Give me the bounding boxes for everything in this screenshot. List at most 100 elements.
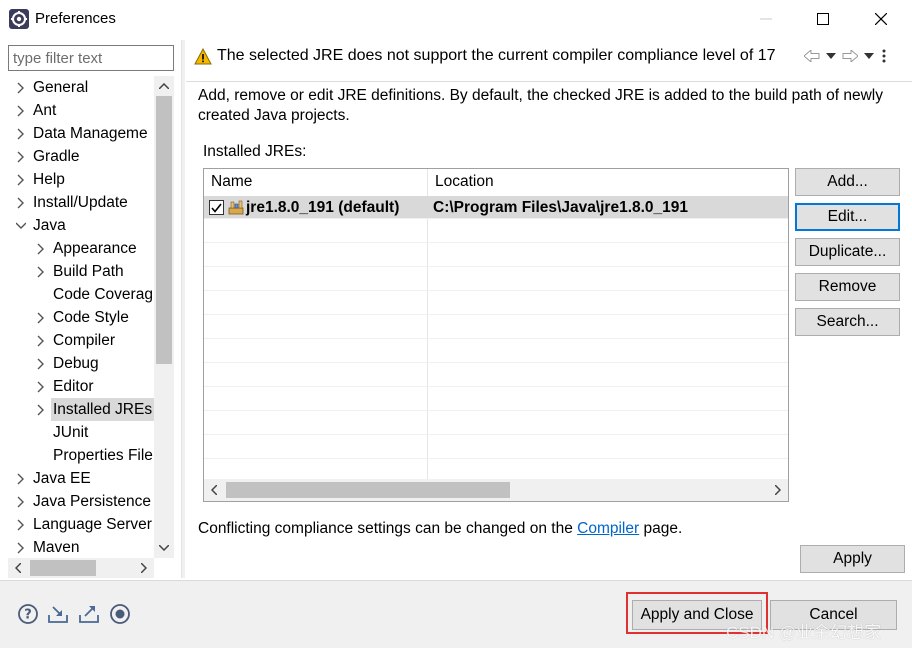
- tree-item-gradle[interactable]: Gradle: [8, 145, 154, 168]
- empty-table-row: [204, 364, 788, 387]
- chevron-right-icon[interactable]: [36, 243, 46, 255]
- empty-table-row: [204, 268, 788, 291]
- import-icon[interactable]: [47, 603, 69, 625]
- jre-library-icon: [228, 200, 244, 215]
- chevron-down-icon[interactable]: [16, 220, 26, 232]
- close-button[interactable]: [852, 0, 910, 38]
- tree-item-java-ee[interactable]: Java EE: [8, 467, 154, 490]
- scroll-left-icon[interactable]: [8, 558, 28, 578]
- tree-item-label: Compiler: [53, 332, 116, 349]
- tree-item-appearance[interactable]: Appearance: [8, 237, 154, 260]
- tree-item-properties-file[interactable]: Properties File: [8, 444, 154, 467]
- tree-item-label: Maven: [33, 539, 80, 556]
- forward-icon[interactable]: [841, 48, 859, 64]
- filter-input[interactable]: [8, 45, 174, 71]
- chevron-right-icon[interactable]: [36, 266, 46, 278]
- history-nav: [803, 48, 889, 64]
- back-dropdown-icon[interactable]: [825, 48, 837, 64]
- apply-button[interactable]: Apply: [800, 545, 905, 573]
- tree-item-label: Install/Update: [33, 194, 128, 211]
- chevron-right-icon[interactable]: [16, 128, 26, 140]
- remove-button[interactable]: Remove: [795, 273, 900, 301]
- compiler-link[interactable]: Compiler: [577, 520, 639, 537]
- maximize-button[interactable]: [794, 0, 852, 38]
- add-button[interactable]: Add...: [795, 168, 900, 196]
- tree-item-java-persistence[interactable]: Java Persistence: [8, 490, 154, 513]
- chevron-right-icon[interactable]: [36, 404, 46, 416]
- jre-checkbox[interactable]: [209, 200, 224, 215]
- conflict-text: Conflicting compliance settings can be c…: [198, 520, 682, 538]
- chevron-right-icon[interactable]: [16, 174, 26, 186]
- chevron-right-icon[interactable]: [36, 358, 46, 370]
- chevron-right-icon[interactable]: [16, 197, 26, 209]
- tree-horizontal-scrollbar[interactable]: [8, 558, 154, 578]
- help-icon[interactable]: ?: [17, 603, 39, 625]
- tree-item-label: Appearance: [53, 240, 137, 257]
- chevron-right-icon[interactable]: [36, 312, 46, 324]
- tree-item-editor[interactable]: Editor: [8, 375, 154, 398]
- tree-item-label: Debug: [53, 355, 99, 372]
- record-icon[interactable]: [109, 603, 131, 625]
- page-description: Add, remove or edit JRE definitions. By …: [198, 87, 883, 124]
- column-header-location[interactable]: Location: [428, 169, 788, 195]
- table-row[interactable]: jre1.8.0_191 (default) C:\Program Files\…: [204, 196, 788, 219]
- tree-item-label: Help: [33, 171, 65, 188]
- empty-table-row: [204, 388, 788, 411]
- edit-button[interactable]: Edit...: [795, 203, 900, 231]
- tree-item-code-coverag[interactable]: Code Coverag: [8, 283, 154, 306]
- svg-text:?: ?: [24, 608, 32, 623]
- tree-item-install-update[interactable]: Install/Update: [8, 191, 154, 214]
- scroll-up-icon[interactable]: [154, 76, 174, 96]
- chevron-right-icon[interactable]: [16, 105, 26, 117]
- chevron-right-icon[interactable]: [36, 335, 46, 347]
- chevron-right-icon[interactable]: [16, 519, 26, 531]
- tree-item-label: General: [33, 79, 89, 96]
- tree-item-compiler[interactable]: Compiler: [8, 329, 154, 352]
- empty-table-row: [204, 292, 788, 315]
- message-bar: The selected JRE does not support the cu…: [186, 40, 912, 82]
- scroll-down-icon[interactable]: [154, 538, 174, 558]
- tree-item-language-server[interactable]: Language Server: [8, 513, 154, 536]
- tree-item-installed-jres[interactable]: Installed JREs: [8, 398, 154, 421]
- chevron-right-icon[interactable]: [16, 473, 26, 485]
- column-header-name[interactable]: Name: [204, 169, 427, 195]
- jre-table[interactable]: Name Location jre1.8.0_191 (default) C:\…: [203, 168, 789, 502]
- tree-item-java[interactable]: Java: [8, 214, 154, 237]
- tree-hscroll-thumb[interactable]: [30, 560, 96, 576]
- title-bar: Preferences: [0, 0, 912, 38]
- empty-table-row: [204, 316, 788, 339]
- tree-vertical-scrollbar[interactable]: [154, 76, 174, 558]
- tree-item-label: Java: [33, 217, 66, 234]
- tree-item-help[interactable]: Help: [8, 168, 154, 191]
- menu-icon[interactable]: [879, 48, 889, 64]
- chevron-right-icon[interactable]: [16, 542, 26, 554]
- chevron-right-icon[interactable]: [16, 82, 26, 94]
- tree-item-build-path[interactable]: Build Path: [8, 260, 154, 283]
- tree-item-label: Gradle: [33, 148, 80, 165]
- tree-item-maven[interactable]: Maven: [8, 536, 154, 558]
- search-button[interactable]: Search...: [795, 308, 900, 336]
- table-scroll-left-icon[interactable]: [204, 479, 224, 501]
- chevron-right-icon[interactable]: [16, 151, 26, 163]
- tree-item-general[interactable]: General: [8, 76, 154, 99]
- table-scroll-right-icon[interactable]: [768, 479, 788, 501]
- preference-tree[interactable]: General Ant Data Manageme Gradle Help Install…: [8, 76, 154, 558]
- forward-dropdown-icon[interactable]: [863, 48, 875, 64]
- minimize-button[interactable]: [737, 0, 795, 38]
- tree-item-label: Build Path: [53, 263, 124, 280]
- export-icon[interactable]: [78, 603, 100, 625]
- duplicate-button[interactable]: Duplicate...: [795, 238, 900, 266]
- table-hscroll-thumb[interactable]: [226, 482, 510, 498]
- scroll-right-icon[interactable]: [134, 558, 154, 578]
- tree-item-data-manageme[interactable]: Data Manageme: [8, 122, 154, 145]
- panel-sash[interactable]: [181, 40, 185, 578]
- tree-item-junit[interactable]: JUnit: [8, 421, 154, 444]
- tree-vscroll-thumb[interactable]: [156, 96, 172, 364]
- table-horizontal-scrollbar[interactable]: [204, 479, 788, 501]
- back-icon[interactable]: [803, 48, 821, 64]
- tree-item-debug[interactable]: Debug: [8, 352, 154, 375]
- tree-item-code-style[interactable]: Code Style: [8, 306, 154, 329]
- chevron-right-icon[interactable]: [16, 496, 26, 508]
- tree-item-ant[interactable]: Ant: [8, 99, 154, 122]
- chevron-right-icon[interactable]: [36, 381, 46, 393]
